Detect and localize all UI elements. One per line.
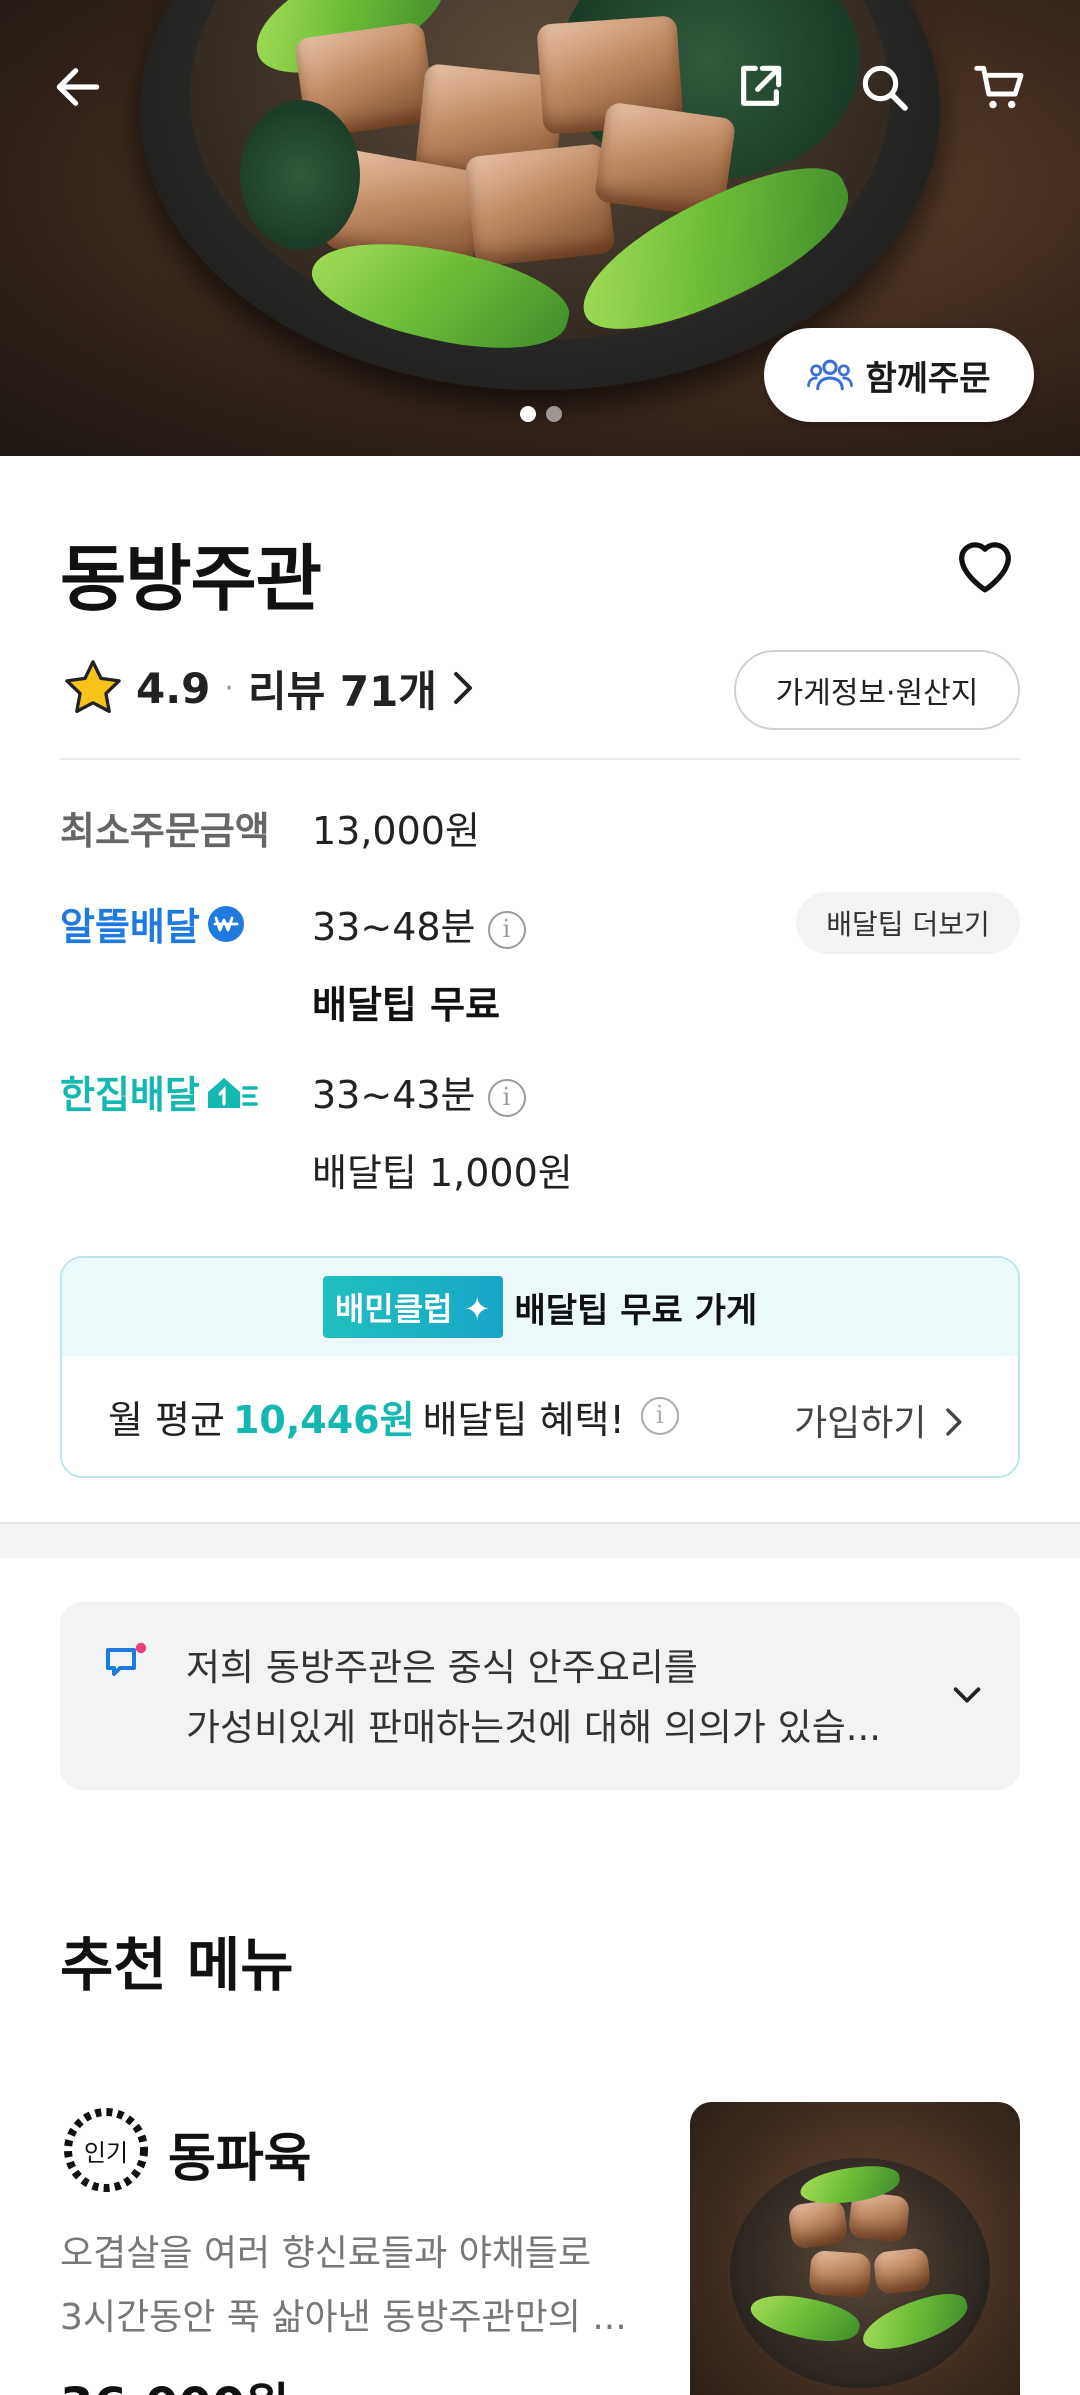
chevron-down-icon[interactable] <box>948 1676 986 1714</box>
saver-delivery-fee: 배달팁 무료 <box>312 983 501 1027</box>
back-arrow-icon <box>56 68 100 106</box>
popular-badge-icon: 인기 <box>60 2104 152 2196</box>
notice-icon <box>106 1642 147 1676</box>
menu-item-price: 36,000원 <box>60 2366 289 2395</box>
club-text-suffix: 배달팁 혜택! <box>422 1397 625 1442</box>
review-count-link[interactable]: 리뷰 71개 <box>248 658 437 719</box>
hero-meat <box>464 142 616 268</box>
club-badge-text: 배민클럽 <box>334 1290 453 1328</box>
saver-delivery-text: 알뜰배달 <box>60 905 200 949</box>
menu-item-name: 동파육 <box>168 2129 312 2189</box>
club-card-body: 월 평균 10,446원 배달팁 혜택! i 가입하기 <box>62 1356 1018 1476</box>
club-join-link[interactable]: 가입하기 <box>794 1394 964 1446</box>
carousel-dot-active <box>520 406 536 422</box>
chevron-right-icon <box>453 672 472 704</box>
divider <box>60 758 1020 760</box>
carousel-dot <box>546 406 562 422</box>
section-divider <box>0 1522 1080 1558</box>
menu-desc-line-1: 오겹살을 여러 향신료들과 야채들로 <box>60 2233 592 2274</box>
notice-line-2: 가성비있게 판매하는것에 대해 의의가 있습... <box>186 1706 882 1749</box>
together-order-button[interactable]: 함께주문 <box>764 328 1034 422</box>
store-name: 동방주관 <box>60 537 322 621</box>
delivery-tip-more-button[interactable]: 배달팁 더보기 <box>796 892 1020 954</box>
menu-meat <box>808 2249 872 2299</box>
chevron-right-icon <box>946 1408 962 1436</box>
info-icon[interactable]: i <box>640 1397 679 1435</box>
cart-icon <box>974 65 1024 109</box>
menu-item-description: 오겹살을 여러 향신료들과 야채들로 3시간동안 푹 삶아낸 동방주관만의 ..… <box>60 2222 670 2350</box>
star-icon <box>65 660 121 714</box>
club-amount: 10,446원 <box>232 1397 415 1442</box>
back-button[interactable] <box>46 55 110 119</box>
menu-item-image[interactable] <box>690 2102 1020 2395</box>
info-icon[interactable]: i <box>487 910 526 949</box>
club-badge: 배민클럽 ✦ <box>322 1276 503 1338</box>
min-order-label: 최소주문금액 <box>60 809 270 853</box>
share-button[interactable] <box>728 55 792 119</box>
min-order-value: 13,000원 <box>312 809 480 853</box>
search-icon <box>862 65 908 111</box>
together-order-label: 함께주문 <box>865 358 991 399</box>
house-icon <box>207 1077 258 1108</box>
club-title: 배달팁 무료 가게 <box>514 1290 758 1331</box>
carousel-indicator <box>520 406 562 422</box>
search-button[interactable] <box>852 55 916 119</box>
rating-separator: · <box>224 670 234 706</box>
single-delivery-text: 한집배달 <box>60 1073 200 1117</box>
cart-button[interactable] <box>968 55 1032 119</box>
people-icon <box>807 359 854 391</box>
club-join-label: 가입하기 <box>794 1403 927 1444</box>
rating-value: 4.9 <box>136 663 211 713</box>
menu-meat <box>872 2247 932 2295</box>
saver-delivery-time: 33~48분 <box>312 905 476 949</box>
share-icon <box>741 65 782 106</box>
single-delivery-time-row: 33~43분 i <box>312 1064 526 1119</box>
menu-meat <box>787 2198 849 2250</box>
notice-line-1: 저희 동방주관은 중식 안주요리를 <box>186 1646 698 1689</box>
rating-row[interactable]: 4.9 · 리뷰 71개 <box>60 652 477 724</box>
store-info-button[interactable]: 가게정보·원산지 <box>734 650 1020 730</box>
store-notice[interactable]: 저희 동방주관은 중식 안주요리를 가성비있게 판매하는것에 대해 의의가 있습… <box>60 1602 1020 1790</box>
recommended-menu-title: 추천 메뉴 <box>60 1931 294 1999</box>
favorite-button[interactable] <box>950 530 1020 600</box>
saver-delivery-time-row: 33~48분 i <box>312 896 526 951</box>
heart-icon <box>959 542 1011 593</box>
baemin-club-card[interactable]: 배민클럽 ✦ 배달팁 무료 가게 월 평균 10,446원 배달팁 혜택! i … <box>60 1256 1020 1478</box>
saver-delivery-label: 알뜰배달 <box>60 896 246 951</box>
single-delivery-fee: 배달팁 1,000원 <box>312 1151 573 1195</box>
coin-icon <box>207 905 244 942</box>
club-text-prefix: 월 평균 <box>108 1397 225 1442</box>
hero-greens <box>240 100 360 250</box>
single-delivery-time: 33~43분 <box>312 1073 476 1117</box>
popular-badge-label: 인기 <box>83 2138 129 2167</box>
single-delivery-label: 한집배달 <box>60 1064 260 1119</box>
menu-desc-line-2: 3시간동안 푹 삶아낸 동방주관만의 ... <box>60 2297 627 2338</box>
hero-image[interactable]: 함께주문 <box>0 0 1080 456</box>
info-icon[interactable]: i <box>487 1078 526 1117</box>
club-card-header: 배민클럽 ✦ 배달팁 무료 가게 <box>62 1258 1018 1356</box>
notice-text: 저희 동방주관은 중식 안주요리를 가성비있게 판매하는것에 대해 의의가 있습… <box>186 1638 926 1758</box>
